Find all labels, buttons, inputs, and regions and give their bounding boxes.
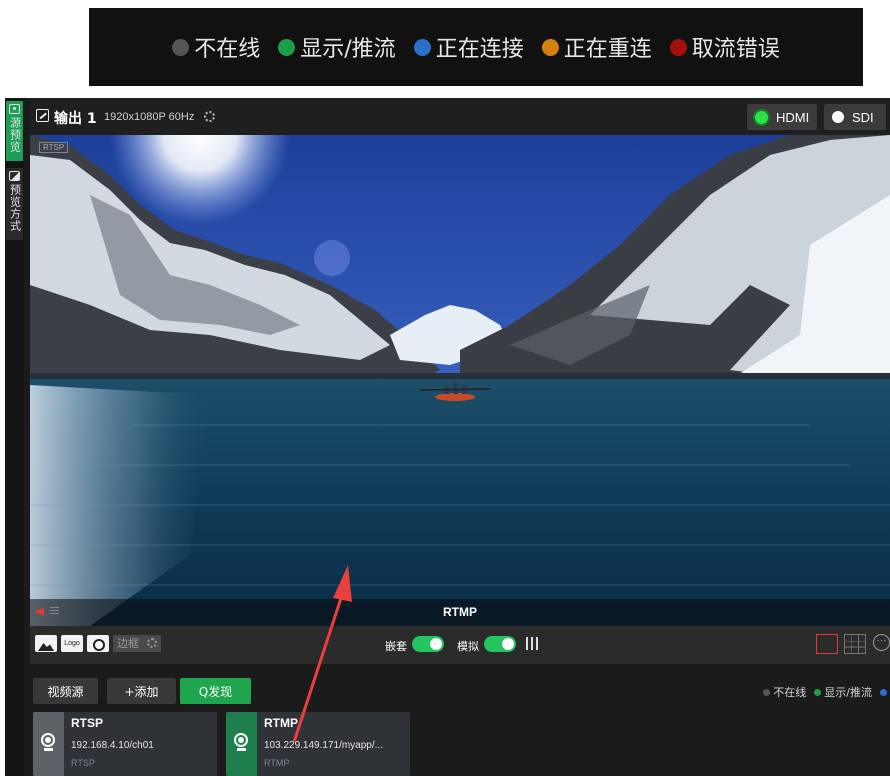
embed-toggle[interactable]: [412, 636, 444, 652]
gear-icon[interactable]: [204, 111, 215, 122]
reconnecting-dot-icon: [541, 38, 559, 56]
legend-connecting: [880, 684, 890, 700]
eye-icon: [9, 104, 20, 114]
sdi-button[interactable]: SDI: [824, 104, 886, 130]
video-caption: RTMP: [443, 605, 477, 619]
connecting-dot-icon: [880, 688, 887, 696]
external-link-icon[interactable]: [36, 109, 49, 122]
legend-reconnecting: 正在重连: [541, 31, 652, 63]
legend-streaming: 显示/推流: [278, 31, 396, 63]
status-strip: [33, 712, 64, 776]
status-strip: [226, 712, 257, 776]
connecting-dot-icon: [413, 38, 431, 56]
card-url: 103.229.149.171/myapp/...: [264, 740, 383, 751]
camera-icon: [41, 733, 55, 747]
left-rail: 源预览 预览方式: [5, 98, 24, 776]
card-title: RTSP: [71, 716, 104, 730]
border-button[interactable]: 边框: [113, 635, 161, 652]
video-preview[interactable]: RTSP RTMP: [30, 135, 890, 626]
discover-button[interactable]: Q发现: [180, 678, 251, 704]
status-legend: 不在线 显示/推流: [763, 684, 890, 700]
tab-preview-mode[interactable]: 预览方式: [6, 168, 23, 240]
offline-dot-icon: [763, 688, 771, 696]
card-url: 192.168.4.10/ch01: [71, 740, 154, 751]
preview-controls: Logo 边框 嵌套 模拟 ···: [30, 626, 890, 664]
lake-scene-image: [30, 135, 890, 626]
legend-offline: 不在线: [172, 31, 260, 63]
tab-source-preview[interactable]: 源预览: [6, 101, 23, 161]
tab-video-source[interactable]: 视频源: [33, 678, 98, 704]
gear-icon: [147, 638, 157, 648]
streaming-dot-icon: [814, 688, 822, 696]
video-caption-bar: RTMP: [30, 599, 890, 626]
radio-unselected-icon: [832, 111, 844, 123]
legend-offline: 不在线: [763, 684, 806, 700]
source-toolbar: 视频源 +添加 Q发现 不在线 显示/推流: [30, 664, 890, 710]
mixer-icon[interactable]: [526, 637, 539, 650]
image-icon: [9, 171, 20, 181]
logo-overlay-button[interactable]: Logo: [61, 635, 83, 652]
card-protocol: RTSP: [71, 758, 95, 768]
radio-selected-icon: [755, 110, 768, 124]
output-header: 输出 1 1920x1080P 60Hz HDMI SDI: [30, 98, 890, 135]
source-card-rtsp[interactable]: RTSP 192.168.4.10/ch01 RTSP: [33, 712, 217, 776]
source-tag: RTSP: [39, 142, 69, 153]
card-title: RTMP: [264, 716, 298, 730]
layout-single-icon[interactable]: [816, 634, 838, 654]
status-legend-banner: 不在线 显示/推流 正在连接 正在重连 取流错误: [89, 8, 863, 86]
output-resolution: 1920x1080P 60Hz: [104, 111, 195, 123]
error-dot-icon: [669, 38, 687, 56]
output-title: 输出 1: [54, 111, 97, 127]
legend-streaming: 显示/推流: [814, 684, 872, 700]
legend-connecting: 正在连接: [413, 31, 524, 63]
simulate-label: 模拟: [457, 640, 479, 653]
legend-stream-error: 取流错误: [669, 31, 780, 63]
offline-dot-icon: [172, 38, 190, 56]
camera-icon: [234, 733, 248, 747]
card-protocol: RTMP: [264, 758, 290, 768]
app-window: 源预览 预览方式 输出 1 1920x1080P 60Hz HDMI SDI R…: [5, 98, 890, 776]
source-card-rtmp[interactable]: RTMP 103.229.149.171/myapp/... RTMP: [226, 712, 410, 776]
simulate-toggle[interactable]: [484, 636, 516, 652]
streaming-dot-icon: [278, 38, 296, 56]
image-overlay-icon[interactable]: [35, 635, 57, 652]
eye-icon[interactable]: [87, 635, 109, 652]
hdmi-button[interactable]: HDMI: [747, 104, 817, 130]
add-source-button[interactable]: +添加: [107, 678, 176, 704]
more-icon[interactable]: ···: [873, 634, 890, 651]
layout-grid-icon[interactable]: [844, 634, 866, 654]
embed-label: 嵌套: [385, 640, 407, 653]
